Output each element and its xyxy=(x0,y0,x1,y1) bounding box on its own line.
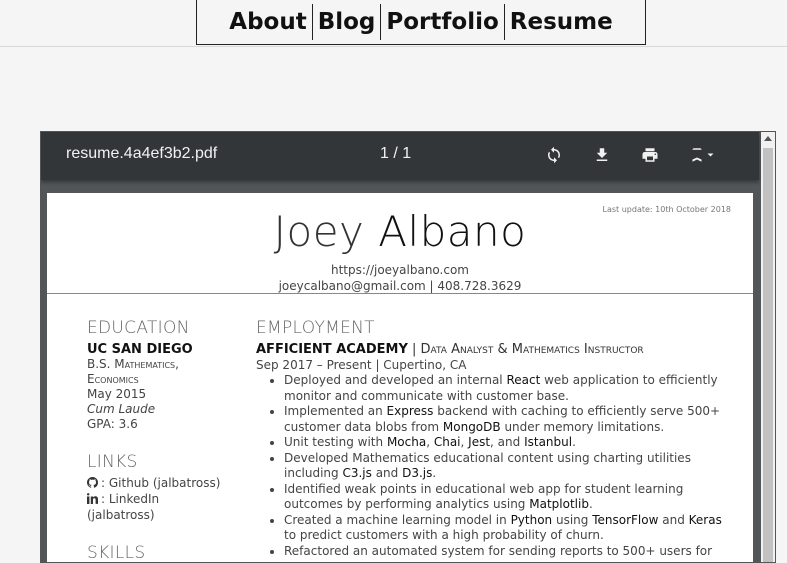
nav-link-about[interactable]: About xyxy=(224,4,311,40)
resume-name: Joey Albano xyxy=(47,207,753,256)
job-bullet: Unit testing with Mocha, Chai, Jest, and… xyxy=(284,435,726,451)
bullet-text: , xyxy=(426,435,434,449)
bullet-keyword: Mocha xyxy=(386,435,427,449)
left-column: EDUCATION UC SAN DIEGO B.S. Mathematics,… xyxy=(86,318,227,563)
bullet-text: . xyxy=(588,497,593,511)
nav-box: About Blog Portfolio Resume xyxy=(196,0,646,45)
job-bullet: Developed Mathematics educational conten… xyxy=(284,451,726,482)
last-name: Albano xyxy=(378,207,527,256)
bullet-keyword: Chai xyxy=(433,435,461,449)
bullet-text: Implemented an xyxy=(284,404,387,418)
job-dates: Sep 2017 – Present | Cupertino, CA xyxy=(256,358,467,372)
github-link[interactable]: : Github (jalbatross) xyxy=(87,476,227,492)
nav-link-blog[interactable]: Blog xyxy=(313,4,381,40)
bullet-text: Deployed and developed an internal xyxy=(284,373,507,387)
bullet-text: under memory limitations. xyxy=(500,419,665,434)
bullet-text: , xyxy=(460,435,469,449)
bookmark-icon[interactable] xyxy=(686,143,720,167)
bullet-keyword: TensorFlow xyxy=(592,512,659,527)
top-navigation-bar: About Blog Portfolio Resume xyxy=(0,0,787,47)
bullet-keyword: MongoDB xyxy=(442,419,501,434)
pdf-viewer: resume.4a4ef3b2.pdf 1 / 1 Last update: 1… xyxy=(40,131,776,563)
right-column: EMPLOYMENT AFFICIENT ACADEMY | Data Anal… xyxy=(256,318,726,559)
bullet-text: and xyxy=(658,512,689,527)
scrollbar[interactable] xyxy=(761,132,775,562)
scroll-up-arrow-icon[interactable] xyxy=(764,136,772,141)
job-bullet: Identified weak points in educational we… xyxy=(284,482,726,513)
bullet-keyword: Express xyxy=(386,404,434,418)
degree: B.S. Mathematics, Economics xyxy=(87,357,179,386)
print-icon[interactable] xyxy=(638,143,662,167)
scroll-thumb[interactable] xyxy=(763,148,773,562)
company-name: AFFICIENT ACADEMY xyxy=(256,342,408,357)
graduation-date: May 2015 xyxy=(87,387,147,401)
github-label: : Github (jalbatross) xyxy=(101,476,221,490)
website-link[interactable]: https://joeyalbano.com xyxy=(47,263,753,277)
bullet-text: . xyxy=(432,466,437,480)
job-bullet: Refactored an automated system for sendi… xyxy=(284,544,726,560)
job-bullet: Created a machine learning model in Pyth… xyxy=(284,513,726,544)
honors: Cum Laude xyxy=(87,402,156,416)
job-bullet: Deployed and developed an internal React… xyxy=(284,373,726,404)
bullet-keyword: Keras xyxy=(688,512,722,527)
bullet-text: using xyxy=(552,512,593,527)
bullet-text: and xyxy=(371,466,403,480)
pdf-toolbar: resume.4a4ef3b2.pdf 1 / 1 xyxy=(41,132,759,180)
bullet-keyword: Matplotlib xyxy=(529,497,589,511)
first-name: Joey xyxy=(273,207,365,256)
nav-link-resume[interactable]: Resume xyxy=(505,4,618,40)
bullet-keyword: D3.js xyxy=(402,466,433,480)
bullet-keyword: C3.js xyxy=(342,466,372,480)
school-name: UC SAN DIEGO xyxy=(87,342,193,357)
rotate-icon[interactable] xyxy=(542,143,566,167)
links-heading: LINKS xyxy=(87,452,138,472)
job-title-line: AFFICIENT ACADEMY | Data Analyst & Mathe… xyxy=(256,342,726,358)
gpa: GPA: 3.6 xyxy=(87,417,138,431)
bullet-text: , and xyxy=(490,435,525,449)
nav-link-portfolio[interactable]: Portfolio xyxy=(381,4,503,40)
bullet-keyword: Jest xyxy=(468,435,491,449)
pdf-filename: resume.4a4ef3b2.pdf xyxy=(66,145,218,162)
linkedin-icon xyxy=(86,493,98,508)
employment-heading: EMPLOYMENT xyxy=(256,318,375,338)
job-role: | Data Analyst & Mathematics Instructor xyxy=(412,342,644,357)
job-bullets: Deployed and developed an internal React… xyxy=(256,373,726,559)
bullet-text: Identified weak points in educational we… xyxy=(284,481,684,512)
contact-info: joeycalbano@gmail.com | 408.728.3629 xyxy=(278,279,522,293)
bullet-text: . xyxy=(572,435,576,449)
download-icon[interactable] xyxy=(590,143,614,167)
bullet-keyword: React xyxy=(506,373,541,387)
bullet-text: Created a machine learning model in xyxy=(284,512,511,527)
pdf-page: Last update: 10th October 2018 Joey Alba… xyxy=(47,193,753,563)
bullet-text: to predict customers with a high probabi… xyxy=(284,528,604,542)
linkedin-link[interactable]: : LinkedIn (jalbatross) xyxy=(86,492,227,523)
bullet-keyword: Python xyxy=(510,512,553,527)
github-icon xyxy=(87,477,99,492)
skills-heading: SKILLS xyxy=(87,543,146,563)
bullet-text: Refactored an automated system for sendi… xyxy=(284,543,713,558)
header-divider xyxy=(47,293,753,294)
job-bullet: Implemented an Express backend with cach… xyxy=(284,404,726,435)
bullet-text: Unit testing with xyxy=(284,435,387,449)
pdf-page-indicator: 1 / 1 xyxy=(380,145,412,162)
bullet-keyword: Istanbul xyxy=(524,435,573,449)
education-heading: EDUCATION xyxy=(87,318,190,338)
